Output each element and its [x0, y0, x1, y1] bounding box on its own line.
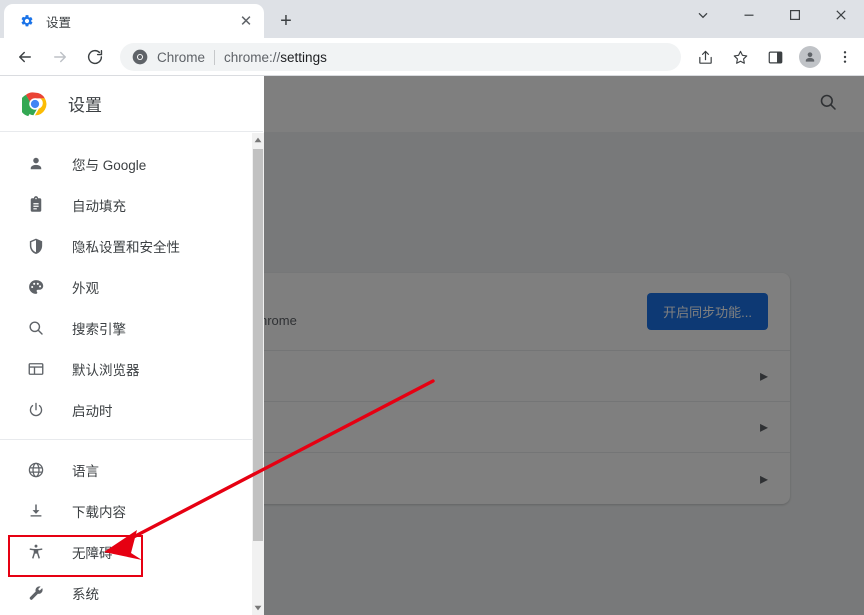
sidebar-divider	[0, 439, 252, 440]
chrome-logo-icon	[132, 49, 148, 65]
sidebar-item-label: 隐私设置和安全性	[72, 236, 180, 256]
forward-button[interactable]	[45, 42, 75, 72]
omnibox-divider	[214, 50, 215, 65]
scrollbar-thumb[interactable]	[253, 149, 263, 541]
settings-gear-icon	[19, 13, 35, 29]
scroll-up-arrow-icon[interactable]	[252, 133, 264, 147]
maximize-button[interactable]	[772, 0, 818, 30]
sidebar-item-label: 下载内容	[72, 501, 126, 521]
sidebar-item-label: 外观	[72, 277, 99, 297]
settings-page: 设置 智能技术 化设置 Chrome 开启同步功能...	[0, 76, 864, 615]
search-icon	[26, 318, 46, 338]
sidebar-item-label: 启动时	[72, 400, 113, 420]
close-icon[interactable]: ✕	[234, 9, 258, 33]
tab-strip: 设置 ✕ +	[0, 0, 864, 38]
sidebar-scrollbar[interactable]	[252, 133, 264, 615]
bookmark-star-icon[interactable]	[725, 42, 755, 72]
sidebar-title: 设置	[68, 91, 102, 116]
browser-tab-settings[interactable]: 设置 ✕	[4, 4, 264, 38]
sidebar-item-appearance[interactable]: 外观	[0, 266, 252, 307]
sidebar-item-privacy-security[interactable]: 隐私设置和安全性	[0, 225, 252, 266]
sidebar-item-you-and-google[interactable]: 您与 Google	[0, 143, 252, 184]
profile-avatar[interactable]	[795, 42, 825, 72]
annotation-highlight-box	[8, 535, 143, 577]
browser-window-icon	[26, 359, 46, 379]
sidebar-item-label: 系统	[72, 583, 99, 603]
sidebar-item-label: 搜索引擎	[72, 318, 126, 338]
omnibox-url-page: settings	[280, 50, 327, 65]
chrome-logo-icon	[22, 91, 48, 117]
sidebar-item-on-startup[interactable]: 启动时	[0, 389, 252, 430]
scroll-down-arrow-icon[interactable]	[252, 601, 264, 615]
omnibox-scheme-label: Chrome	[157, 50, 205, 65]
reload-button[interactable]	[80, 42, 110, 72]
download-icon	[26, 501, 46, 521]
sidebar-item-default-browser[interactable]: 默认浏览器	[0, 348, 252, 389]
browser-window: 设置 ✕ +	[0, 0, 864, 615]
palette-icon	[26, 277, 46, 297]
toolbar-right-actions	[685, 42, 860, 72]
avatar	[799, 46, 821, 68]
sidebar-item-search-engine[interactable]: 搜索引擎	[0, 307, 252, 348]
window-controls	[680, 0, 864, 30]
sidebar-item-languages[interactable]: 语言	[0, 449, 252, 490]
new-tab-button[interactable]: +	[272, 7, 300, 35]
sidebar-item-label: 语言	[72, 460, 99, 480]
wrench-icon	[26, 583, 46, 603]
close-button[interactable]	[818, 0, 864, 30]
sidebar-item-autofill[interactable]: 自动填充	[0, 184, 252, 225]
omnibox-url-prefix: chrome://	[224, 50, 280, 65]
globe-icon	[26, 460, 46, 480]
person-icon	[26, 154, 46, 174]
power-icon	[26, 400, 46, 420]
sidebar-item-label: 默认浏览器	[72, 359, 140, 379]
back-button[interactable]	[10, 42, 40, 72]
sidebar-header: 设置	[0, 76, 263, 132]
tab-search-button[interactable]	[680, 0, 726, 30]
share-icon[interactable]	[690, 42, 720, 72]
sidebar-item-label: 您与 Google	[72, 154, 146, 174]
clipboard-icon	[26, 195, 46, 215]
address-bar[interactable]: Chrome chrome://settings	[120, 43, 681, 71]
sidebar-item-downloads[interactable]: 下载内容	[0, 490, 252, 531]
more-menu-icon[interactable]	[830, 42, 860, 72]
omnibox-url: chrome://settings	[224, 50, 327, 65]
side-panel-icon[interactable]	[760, 42, 790, 72]
minimize-button[interactable]	[726, 0, 772, 30]
shield-icon	[26, 236, 46, 256]
browser-toolbar: Chrome chrome://settings	[0, 38, 864, 76]
sidebar-item-system[interactable]: 系统	[0, 572, 252, 613]
sidebar-item-label: 自动填充	[72, 195, 126, 215]
tab-title: 设置	[46, 12, 234, 31]
